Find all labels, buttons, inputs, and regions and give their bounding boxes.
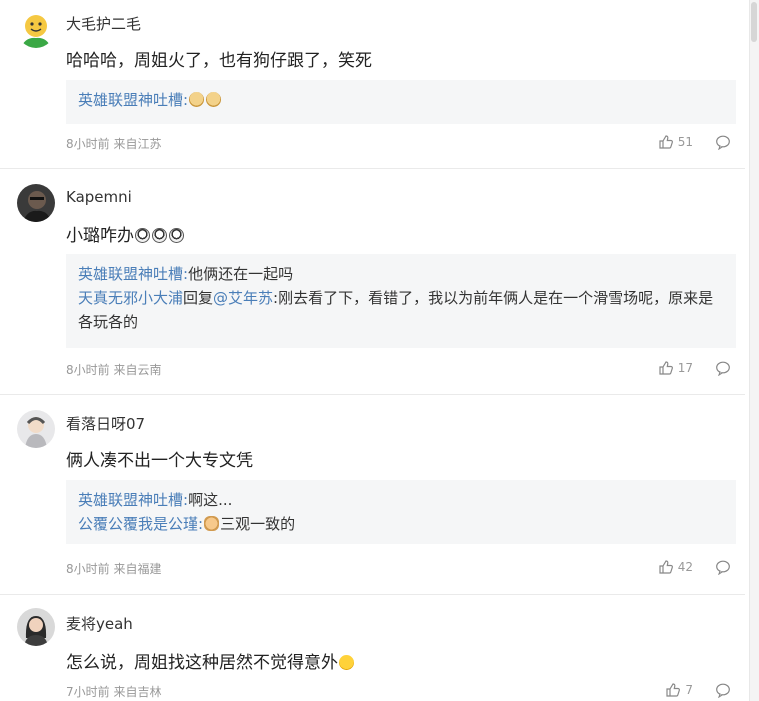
thumbs-up-icon	[658, 360, 674, 376]
doge-emoji-icon	[206, 92, 222, 107]
comment-actions: 51	[658, 134, 731, 150]
comment-content: 怎么说，周姐找这种居然不觉得意外	[66, 648, 355, 673]
comment-item: 看落日呀07 俩人凑不出一个大专文凭 英雄联盟神吐槽:啊这... 公覆公覆我是公…	[0, 394, 745, 595]
emoji-icon	[152, 228, 167, 243]
thumbs-up-icon	[658, 559, 674, 575]
reply-author-link[interactable]: 英雄联盟神吐槽:	[78, 91, 188, 109]
like-count: 51	[677, 135, 693, 149]
like-count: 17	[677, 361, 693, 375]
reply-box: 英雄联盟神吐槽:他俩还在一起吗 天真无邪小大浦回复@艾年苏:刚去看了下，看错了，…	[66, 254, 736, 348]
comment-username[interactable]: 看落日呀07	[66, 413, 145, 434]
reply-author-link[interactable]: 天真无邪小大浦	[78, 289, 183, 307]
reply-line: 公覆公覆我是公瑾: 三观一致的	[78, 515, 296, 533]
scrollbar[interactable]	[749, 0, 759, 701]
emoji-icon	[135, 228, 150, 243]
reply-box: 英雄联盟神吐槽:啊这... 公覆公覆我是公瑾: 三观一致的	[66, 480, 736, 544]
laugh-emoji-icon	[339, 655, 354, 670]
like-count: 42	[677, 560, 693, 574]
avatar[interactable]	[17, 608, 55, 646]
thumbs-up-icon	[658, 134, 674, 150]
reply-line: 英雄联盟神吐槽:啊这...	[78, 491, 233, 509]
reply-line: 天真无邪小大浦回复@艾年苏:刚去看了下，看错了，我以为前年俩人是在一个滑雪场呢，…	[78, 289, 714, 331]
comment-meta: 7小时前 来自吉林	[66, 685, 162, 699]
comment-actions: 7	[665, 682, 731, 698]
reply-icon[interactable]	[715, 559, 731, 575]
reply-icon[interactable]	[715, 134, 731, 150]
avatar[interactable]	[17, 10, 55, 48]
like-button[interactable]: 51	[658, 134, 693, 150]
comment-username[interactable]: 大毛护二毛	[66, 13, 141, 34]
avatar[interactable]	[17, 410, 55, 448]
reply-box: 英雄联盟神吐槽:	[66, 80, 736, 124]
avatar[interactable]	[17, 184, 55, 222]
doge-emoji-icon	[189, 92, 205, 107]
scrollbar-thumb[interactable]	[751, 2, 757, 42]
reply-icon[interactable]	[715, 682, 731, 698]
thumbs-up-icon	[665, 682, 681, 698]
comment-actions: 17	[658, 360, 731, 376]
reply-author-link[interactable]: 公覆公覆我是公瑾:	[78, 515, 203, 533]
comment-item: Kapemni 小璐咋办 英雄联盟神吐槽:他俩还在一起吗 天真无邪小大浦回复@艾…	[0, 168, 745, 395]
reply-icon[interactable]	[715, 360, 731, 376]
comment-actions: 42	[658, 559, 731, 575]
like-count: 7	[685, 683, 693, 697]
comment-content: 小璐咋办	[66, 221, 185, 246]
reply-author-link[interactable]: 英雄联盟神吐槽:	[78, 491, 188, 509]
thumbs-up-emoji-icon	[204, 516, 220, 531]
comment-username[interactable]: 麦将yeah	[66, 613, 133, 634]
like-button[interactable]: 17	[658, 360, 693, 376]
reply-line: 英雄联盟神吐槽:	[78, 88, 724, 112]
like-button[interactable]: 42	[658, 559, 693, 575]
comment-meta: 8小时前 来自福建	[66, 562, 162, 576]
comment-content: 俩人凑不出一个大专文凭	[66, 451, 253, 471]
comment-content: 哈哈哈，周姐火了，也有狗仔跟了，笑死	[66, 51, 372, 71]
emoji-icon	[169, 228, 184, 243]
comment-username[interactable]: Kapemni	[66, 188, 132, 206]
like-button[interactable]: 7	[665, 682, 693, 698]
comment-meta: 8小时前 来自云南	[66, 363, 162, 377]
comment-item: 大毛护二毛 哈哈哈，周姐火了，也有狗仔跟了，笑死 英雄联盟神吐槽: 8小时前 来…	[0, 0, 745, 169]
mention-link[interactable]: @艾年苏	[213, 289, 273, 307]
comment-meta: 8小时前 来自江苏	[66, 137, 162, 151]
comment-item: 麦将yeah 怎么说，周姐找这种居然不觉得意外 7小时前 来自吉林 7	[0, 594, 745, 701]
reply-line: 英雄联盟神吐槽:他俩还在一起吗	[78, 265, 294, 283]
reply-author-link[interactable]: 英雄联盟神吐槽:	[78, 265, 188, 283]
